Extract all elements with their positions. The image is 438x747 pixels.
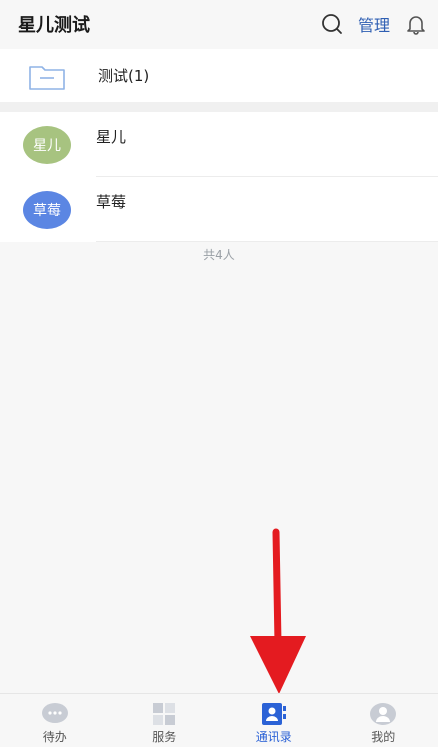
- tab-label: 服务: [152, 728, 176, 745]
- contacts-book-icon: [260, 702, 288, 726]
- divider: [96, 241, 438, 242]
- contact-name: 草莓: [96, 191, 126, 212]
- total-count: 共4人: [0, 246, 438, 263]
- avatar: 星儿: [23, 126, 71, 164]
- folder-icon: [28, 63, 66, 91]
- contact-name: 星儿: [96, 126, 126, 147]
- bell-icon[interactable]: [404, 12, 428, 36]
- chat-bubble-icon: [41, 702, 69, 726]
- tab-services[interactable]: 服务: [110, 694, 220, 747]
- manage-button[interactable]: 管理: [358, 12, 390, 36]
- contact-row-草莓[interactable]: 草莓 草莓: [0, 177, 438, 242]
- annotation-arrow: [248, 528, 308, 698]
- grid-icon: [150, 702, 178, 726]
- profile-icon: [369, 702, 397, 726]
- search-icon[interactable]: [320, 12, 344, 36]
- header-actions: 管理: [320, 12, 428, 36]
- contact-list: 星儿 星儿 草莓 草莓: [0, 112, 438, 242]
- top-bar: 星儿测试 管理: [0, 0, 438, 48]
- tab-label: 我的: [371, 728, 395, 745]
- contact-row-星儿[interactable]: 星儿 星儿: [0, 112, 438, 177]
- tab-label: 通讯录: [256, 728, 292, 745]
- folder-row[interactable]: 测试(1): [0, 49, 438, 112]
- bottom-tab-bar: 待办 服务 通讯录: [0, 693, 438, 747]
- tab-contacts[interactable]: 通讯录: [219, 694, 329, 747]
- avatar: 草莓: [23, 191, 71, 229]
- tab-todo[interactable]: 待办: [0, 694, 110, 747]
- tab-me[interactable]: 我的: [329, 694, 438, 747]
- tab-label: 待办: [43, 728, 67, 745]
- folder-label: 测试(1): [98, 65, 149, 86]
- page-title: 星儿测试: [18, 11, 90, 37]
